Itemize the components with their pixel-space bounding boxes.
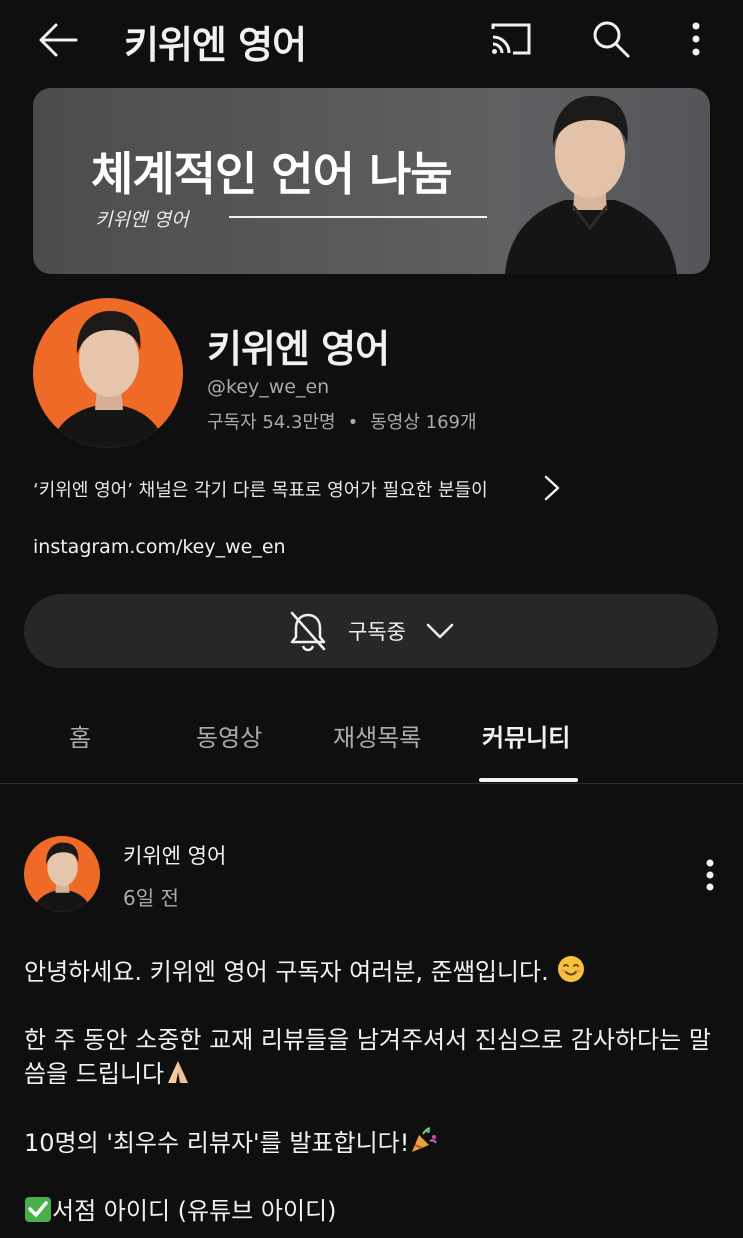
more-options-button[interactable] xyxy=(676,16,716,62)
back-button[interactable] xyxy=(34,18,82,62)
subscriber-count: 구독자 54.3만명 xyxy=(207,412,336,433)
avatar-portrait-image xyxy=(33,842,91,912)
post-line: 안녕하세요. 키위엔 영어 구독자 여러분, 준쌤입니다. xyxy=(24,954,724,989)
post-text-greeting: 안녕하세요. 키위엔 영어 구독자 여러분, 준쌤입니다. xyxy=(24,958,549,986)
channel-handle: @key_we_en xyxy=(207,376,330,398)
app-bar: 키위엔 영어 xyxy=(0,0,743,80)
subscribed-button[interactable]: 구독중 xyxy=(24,594,718,668)
tab-playlists[interactable]: 재생목록 xyxy=(333,718,421,753)
channel-link[interactable]: instagram.com/key_we_en xyxy=(33,536,286,558)
page-title: 키위엔 영어 xyxy=(124,23,307,67)
more-vert-icon xyxy=(692,22,700,56)
post-text-thanks: 한 주 동안 소중한 교재 리뷰들을 남겨주셔서 진심으로 감사하다는 말씀을 … xyxy=(24,1026,711,1088)
banner-headline: 체계적인 언어 나눔 xyxy=(91,147,453,201)
cast-icon xyxy=(491,23,531,55)
channel-name: 키위엔 영어 xyxy=(207,327,390,371)
post-line: 서점 아이디 (유튜브 아이디) xyxy=(24,1194,724,1228)
channel-description: ‘키위엔 영어’ 채널은 각기 다른 목표로 영어가 필요한 분들이 xyxy=(33,480,488,501)
post-author-name[interactable]: 키위엔 영어 xyxy=(123,840,226,870)
avatar-portrait-image xyxy=(51,310,165,448)
tab-videos[interactable]: 동영상 xyxy=(196,718,262,753)
subscribed-label: 구독중 xyxy=(348,620,406,644)
post-line: 10명의 '최우수 리뷰자'를 발표합니다! xyxy=(24,1125,724,1160)
post-text-list-header: 서점 아이디 (유튜브 아이디) xyxy=(52,1197,337,1225)
channel-stats: 구독자 54.3만명 • 동영상 169개 xyxy=(207,408,477,434)
search-icon xyxy=(593,21,630,58)
post-more-button[interactable] xyxy=(692,852,728,898)
post-body: 안녕하세요. 키위엔 영어 구독자 여러분, 준쌤입니다. 한 주 동안 소중한… xyxy=(24,954,724,1228)
channel-avatar[interactable] xyxy=(33,298,183,448)
banner-portrait-image xyxy=(505,95,677,274)
post-text-announcement: 10명의 '최우수 리뷰자'를 발표합니다! xyxy=(24,1129,410,1157)
active-tab-indicator xyxy=(479,778,578,782)
channel-banner: 체계적인 언어 나눔 키위엔 영어 xyxy=(33,88,710,274)
video-count: 동영상 169개 xyxy=(370,412,477,433)
banner-divider xyxy=(229,216,487,218)
chevron-down-icon xyxy=(426,623,454,639)
post-author-avatar[interactable] xyxy=(24,836,100,912)
more-vert-icon xyxy=(706,859,714,891)
smiling-face-emoji-icon xyxy=(558,956,585,982)
stats-separator: • xyxy=(347,412,359,433)
party-popper-emoji-icon xyxy=(412,1127,438,1152)
channel-description-row[interactable]: ‘키위엔 영어’ 채널은 각기 다른 목표로 영어가 필요한 분들이 xyxy=(33,470,723,506)
post-line: 한 주 동안 소중한 교재 리뷰들을 남겨주셔서 진심으로 감사하다는 말씀을 … xyxy=(24,1023,724,1091)
search-button[interactable] xyxy=(586,16,636,62)
tab-home[interactable]: 홈 xyxy=(69,718,91,753)
bell-off-icon xyxy=(290,611,326,652)
post-timestamp: 6일 전 xyxy=(123,886,179,910)
chevron-right-icon xyxy=(537,470,567,506)
folded-hands-emoji-icon xyxy=(168,1061,189,1083)
tab-community[interactable]: 커뮤니티 xyxy=(482,718,570,753)
check-mark-button-emoji-icon xyxy=(25,1197,51,1222)
banner-subtitle: 키위엔 영어 xyxy=(95,209,189,231)
cast-button[interactable] xyxy=(486,16,536,62)
channel-tabs: 홈 동영상 재생목록 커뮤니티 xyxy=(0,700,743,784)
back-arrow-icon xyxy=(39,23,78,57)
